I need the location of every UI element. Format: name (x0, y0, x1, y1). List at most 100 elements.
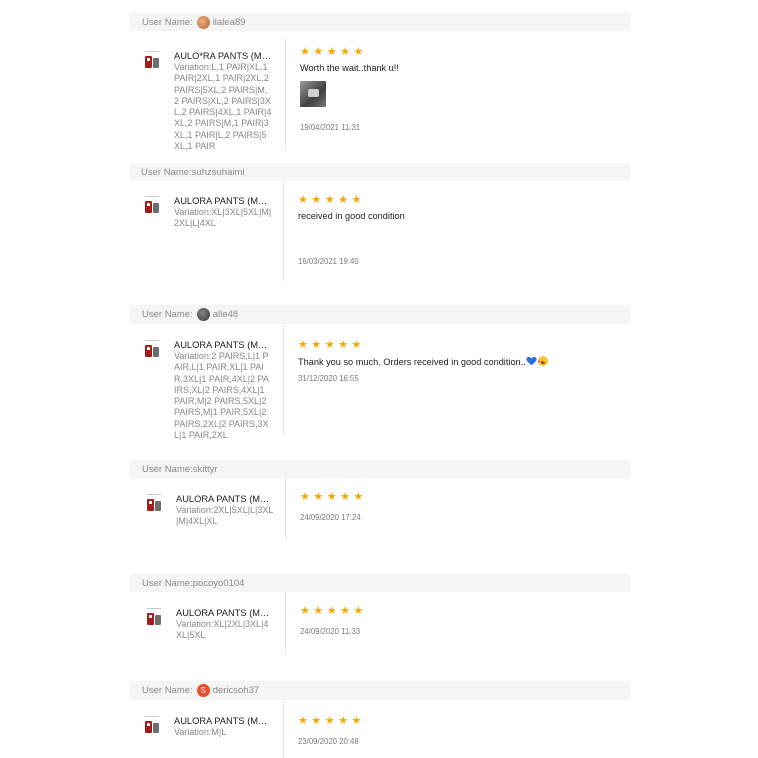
heart-eyes-icon (537, 356, 548, 367)
star-icon: ★ (326, 491, 337, 503)
column-divider (283, 181, 284, 281)
review-date: 24/09/2020 11:33 (300, 627, 361, 636)
star-icon: ★ (298, 715, 308, 727)
user-name-label: User Name: (141, 166, 192, 178)
review-photo[interactable] (300, 81, 326, 107)
product-name[interactable]: AULORA PANTS (MEN,... (176, 608, 272, 619)
column-divider (285, 478, 286, 540)
star-icon: ★ (300, 491, 310, 503)
blue-heart-icon (527, 357, 536, 366)
user-name-label: User Name: (142, 463, 193, 475)
star-icon: ★ (313, 46, 324, 58)
review-date: 31/12/2020 16:55 (298, 374, 359, 383)
user-name[interactable]: skittyr (193, 464, 218, 475)
user-name-label: User Name: (142, 309, 193, 320)
user-avatar[interactable] (196, 15, 210, 29)
product-variation: Variation:XL|3XL|5XL|M|2XL|L|4XL (174, 207, 272, 229)
product-info[interactable]: AULO*RA PANTS (ME... Variation:L,1 PAIR|… (142, 51, 272, 152)
product-name[interactable]: AULO*RA PANTS (ME... (174, 51, 272, 62)
review-date: 16/03/2021 19:40 (298, 257, 359, 266)
user-name-bar: User Name: suhzsuhaimi (130, 163, 630, 181)
star-icon: ★ (353, 491, 364, 503)
user-name[interactable]: pocoyo0104 (193, 578, 245, 589)
product-thumbnail[interactable] (142, 716, 166, 740)
rating-stars: ★ ★ ★ ★ ★ (300, 605, 364, 617)
product-info[interactable]: AULORA PANTS (MEN,... Variation:M|L (142, 716, 270, 740)
star-icon: ★ (326, 46, 337, 58)
review-comment: Thank you so much. Orders received in go… (298, 356, 548, 368)
star-icon: ★ (298, 194, 308, 206)
user-avatar[interactable] (196, 308, 210, 321)
column-divider (283, 325, 284, 437)
review-date: 23/09/2020 20:48 (298, 737, 359, 746)
product-info[interactable]: AULORA PANTS (MEN... Variation:2 PAIRS,L… (142, 340, 270, 441)
star-icon: ★ (338, 715, 348, 727)
star-icon: ★ (326, 605, 337, 617)
user-avatar[interactable]: S (196, 684, 210, 697)
star-icon: ★ (353, 46, 364, 58)
rating-stars: ★ ★ ★ ★ ★ (298, 194, 405, 206)
product-thumbnail[interactable] (142, 51, 166, 75)
product-variation: Variation:XL|2XL|3XL|4XL|5XL (176, 619, 269, 641)
product-variation: Variation:L,1 PAIR|XL,1 PAIR|2XL,1 PAIR|… (174, 62, 272, 152)
review-comment: received in good condition (298, 211, 405, 221)
user-name[interactable]: dericsoh37 (213, 685, 259, 696)
product-thumbnail[interactable] (142, 340, 166, 364)
product-thumbnail[interactable] (144, 494, 168, 518)
column-divider (285, 592, 286, 654)
star-icon: ★ (351, 339, 362, 351)
star-icon: ★ (300, 605, 310, 617)
star-icon: ★ (340, 605, 350, 617)
review-date: 24/09/2020 17:24 (300, 513, 361, 522)
product-name[interactable]: AULORA PANTS (MEN... (174, 340, 270, 351)
star-icon: ★ (311, 715, 322, 727)
star-icon: ★ (311, 194, 322, 206)
product-info[interactable]: AULORA PANTS (MEN... Variation:XL|3XL|5X… (142, 196, 272, 230)
user-name[interactable]: suhzsuhaimi (192, 167, 245, 178)
star-icon: ★ (338, 339, 348, 351)
user-name-bar: User Name: ilalea89 (130, 13, 630, 31)
product-variation: Variation:2 PAIRS,L|1 PAIR,L|1 PAIR,XL|1… (174, 351, 269, 441)
rating-stars: ★ ★ ★ ★ ★ (298, 715, 362, 727)
product-variation: Variation:2XL|5XL|L|3XL|M|4XL|XL (176, 505, 274, 527)
star-icon: ★ (313, 491, 324, 503)
rating-stars: ★ ★ ★ ★ ★ (300, 46, 399, 58)
star-icon: ★ (351, 715, 362, 727)
product-thumbnail[interactable] (142, 196, 166, 220)
user-name-label: User Name: (142, 685, 193, 696)
user-name-bar: User Name: S dericsoh37 (130, 681, 630, 700)
star-icon: ★ (311, 339, 322, 351)
column-divider (285, 38, 286, 150)
star-icon: ★ (298, 339, 308, 351)
star-icon: ★ (300, 46, 310, 58)
rating-stars: ★ ★ ★ ★ ★ (298, 339, 548, 351)
user-name-bar: User Name: alle48 (130, 305, 630, 324)
star-icon: ★ (340, 46, 350, 58)
rating-stars: ★ ★ ★ ★ ★ (300, 491, 364, 503)
star-icon: ★ (324, 194, 335, 206)
user-name[interactable]: ilalea89 (213, 17, 246, 28)
product-variation: Variation:M|L (174, 727, 227, 737)
user-name-bar: User Name: pocoyo0104 (130, 574, 630, 592)
star-icon: ★ (313, 605, 324, 617)
review-comment-text: Thank you so much. Orders received in go… (298, 357, 526, 367)
review-date: 19/04/2021 11:31 (300, 123, 361, 132)
product-info[interactable]: AULORA PANTS (MEN,... Variation:XL|2XL|3… (144, 608, 272, 642)
star-icon: ★ (351, 194, 362, 206)
product-info[interactable]: AULORA PANTS (MEN... Variation:2XL|5XL|L… (144, 494, 274, 528)
user-name[interactable]: alle48 (213, 309, 238, 320)
user-name-label: User Name: (142, 577, 193, 589)
star-icon: ★ (324, 339, 335, 351)
product-thumbnail[interactable] (144, 608, 168, 632)
star-icon: ★ (324, 715, 335, 727)
product-name[interactable]: AULORA PANTS (MEN... (174, 196, 272, 207)
star-icon: ★ (353, 605, 364, 617)
star-icon: ★ (340, 491, 350, 503)
user-name-label: User Name: (142, 16, 193, 28)
review-comment: Worth the wait..thank u!! (300, 63, 399, 73)
product-name[interactable]: AULORA PANTS (MEN,... (174, 716, 270, 727)
column-divider (283, 701, 284, 758)
product-name[interactable]: AULORA PANTS (MEN... (176, 494, 274, 505)
user-name-bar: User Name: skittyr (130, 460, 630, 478)
star-icon: ★ (338, 194, 348, 206)
